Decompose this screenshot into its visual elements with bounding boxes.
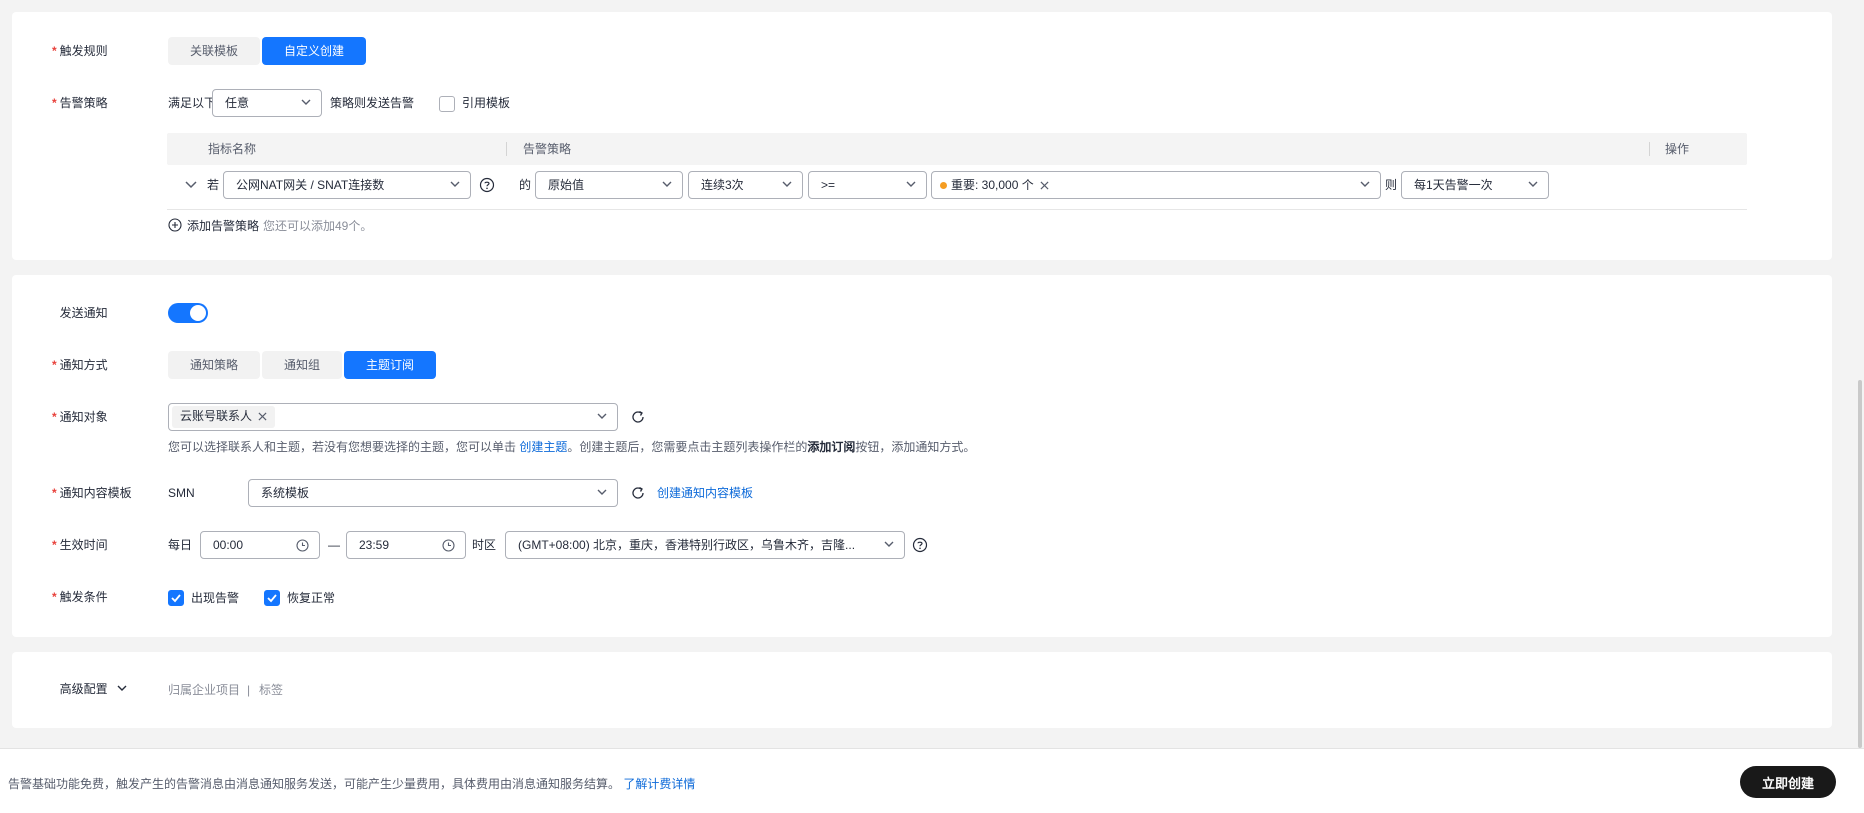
refresh-icon[interactable] xyxy=(630,409,646,425)
refresh-icon[interactable] xyxy=(630,485,646,501)
advanced-item-project: 归属企业项目 xyxy=(168,683,241,697)
notification-card: *发送通知 *通知方式 通知策略 通知组 主题订阅 *通知对象 云账号联系人 您… xyxy=(12,275,1832,637)
row-collapse-chevron-icon[interactable] xyxy=(184,180,198,190)
alarm-policy-label: * 告警策略 xyxy=(52,96,108,110)
chevron-down-icon xyxy=(597,413,607,419)
match-prefix: 满足以下 xyxy=(168,96,217,110)
effective-time-label: * 生效时间 xyxy=(52,538,108,552)
timezone-label: 时区 xyxy=(472,538,497,552)
then-label: 则 xyxy=(1385,178,1398,192)
send-notification-toggle[interactable] xyxy=(168,303,208,323)
recovery-label: 恢复正常 xyxy=(287,591,336,605)
col-operation: 操作 xyxy=(1665,142,1690,156)
notify-method-segment: 通知策略 通知组 主题订阅 xyxy=(168,351,437,379)
advanced-item-tags: 标签 xyxy=(259,683,284,697)
notify-method-option-group[interactable]: 通知组 xyxy=(262,351,343,379)
notify-method-option-policy[interactable]: 通知策略 xyxy=(168,351,261,379)
notify-target-tag: 云账号联系人 xyxy=(172,406,276,428)
chevron-down-icon xyxy=(597,489,607,495)
scrollbar[interactable] xyxy=(1858,380,1862,748)
close-icon[interactable] xyxy=(1040,181,1049,190)
chevron-down-icon xyxy=(450,181,460,187)
alarm-occurs-label: 出现告警 xyxy=(191,591,240,605)
create-template-link[interactable]: 创建通知内容模板 xyxy=(657,485,753,501)
advanced-card: *高级配置 归属企业项目 | 标签 xyxy=(12,652,1832,728)
col-metric-name: 指标名称 xyxy=(208,142,257,156)
create-now-button[interactable]: 立即创建 xyxy=(1740,766,1836,798)
close-icon[interactable] xyxy=(258,412,267,421)
clock-icon xyxy=(296,539,309,552)
chevron-down-icon xyxy=(1528,181,1538,187)
check-icon xyxy=(171,594,181,603)
chevron-down-icon xyxy=(782,181,792,187)
chevron-down-icon xyxy=(117,685,127,691)
chevron-down-icon xyxy=(884,541,894,547)
add-policy-button[interactable]: 添加告警策略 xyxy=(187,218,259,234)
recovery-checkbox[interactable] xyxy=(264,590,280,606)
template-channel: SMN xyxy=(168,486,195,500)
help-icon[interactable] xyxy=(479,177,495,193)
of-label: 的 xyxy=(519,178,532,192)
start-time-picker[interactable]: 00:00 xyxy=(200,531,320,559)
billing-details-link[interactable]: 了解计费详情 xyxy=(623,777,695,791)
period-select[interactable]: 连续3次 xyxy=(688,171,803,199)
trigger-rule-label: * 触发规则 xyxy=(52,44,108,58)
trigger-rule-segment: 关联模板 自定义创建 xyxy=(168,37,367,65)
trigger-condition-label: * 触发条件 xyxy=(52,590,108,604)
col-alarm-policy: 告警策略 xyxy=(523,142,572,156)
create-topic-link[interactable]: 创建主题 xyxy=(519,440,567,454)
chevron-down-icon xyxy=(301,99,311,105)
use-template-checkbox[interactable] xyxy=(439,96,455,112)
alarm-rule-card: * 触发规则 关联模板 自定义创建 * 告警策略 满足以下 任意 策略则发送告警 引… xyxy=(12,12,1832,260)
chevron-down-icon xyxy=(1360,181,1370,187)
metric-select[interactable]: 公网NAT网关 / SNAT连接数 xyxy=(223,171,471,199)
chevron-down-icon xyxy=(662,181,672,187)
operator-select[interactable]: >= xyxy=(808,171,927,199)
send-notification-label: *发送通知 xyxy=(59,306,108,320)
match-select[interactable]: 任意 xyxy=(212,89,322,117)
alarm-occurs-checkbox[interactable] xyxy=(168,590,184,606)
threshold-tag: 重要: 30,000 个 xyxy=(936,175,1057,197)
notify-template-select[interactable]: 系统模板 xyxy=(248,479,618,507)
footer-bar: 告警基础功能免费，触发产生的告警消息由消息通知服务发送，可能产生少量费用，具体费… xyxy=(0,748,1864,813)
match-suffix: 策略则发送告警 xyxy=(330,96,415,110)
billing-notice: 告警基础功能免费，触发产生的告警消息由消息通知服务发送，可能产生少量费用，具体费… xyxy=(8,777,696,791)
timezone-select[interactable]: (GMT+08:00) 北京，重庆，香港特别行政区，乌鲁木齐，吉隆... xyxy=(505,531,905,559)
trigger-rule-option-custom[interactable]: 自定义创建 xyxy=(262,37,367,65)
severity-dot-icon xyxy=(940,182,947,189)
if-label: 若 xyxy=(207,178,220,192)
add-policy-hint: 您还可以添加49个。 xyxy=(263,219,373,233)
notify-target-label: * 通知对象 xyxy=(52,410,108,424)
notify-target-help: 您可以选择联系人和主题，若没有您想要选择的主题，您可以单击 创建主题。创建主题后… xyxy=(168,440,976,454)
notify-template-label: * 通知内容模板 xyxy=(52,486,132,500)
time-separator: — xyxy=(328,538,340,552)
trigger-rule-option-template[interactable]: 关联模板 xyxy=(168,37,261,65)
chevron-down-icon xyxy=(906,181,916,187)
add-circle-icon[interactable] xyxy=(168,218,182,232)
advanced-toggle[interactable]: *高级配置 xyxy=(52,681,127,697)
notify-method-label: * 通知方式 xyxy=(52,358,108,372)
clock-icon xyxy=(442,539,455,552)
help-icon[interactable] xyxy=(912,537,928,553)
policy-table-header xyxy=(167,133,1747,165)
daily-label: 每日 xyxy=(168,538,193,552)
use-template-label: 引用模板 xyxy=(462,96,511,110)
advanced-separator: | xyxy=(247,683,251,697)
notify-method-option-topic[interactable]: 主题订阅 xyxy=(344,351,437,379)
statistic-select[interactable]: 原始值 xyxy=(535,171,683,199)
end-time-picker[interactable]: 23:59 xyxy=(346,531,466,559)
check-icon xyxy=(267,594,277,603)
frequency-select[interactable]: 每1天告警一次 xyxy=(1401,171,1549,199)
